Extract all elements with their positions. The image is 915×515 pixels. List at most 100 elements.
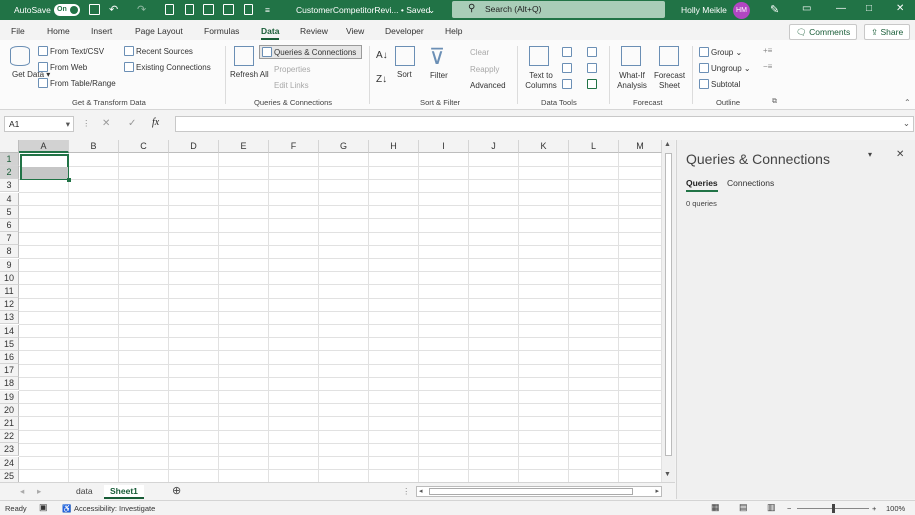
text-to-columns-button[interactable]: Text to Columns — [523, 71, 559, 91]
row-header[interactable]: 17 — [0, 364, 19, 378]
remove-duplicates-icon[interactable] — [562, 63, 572, 73]
sort-button[interactable]: Sort — [397, 70, 412, 79]
dialog-launcher-icon[interactable]: ⧉ — [772, 98, 777, 106]
tab-file[interactable]: File — [11, 26, 25, 36]
column-header[interactable]: E — [219, 140, 269, 153]
pen-icon[interactable]: ✎ — [770, 3, 779, 16]
row-header[interactable]: 20 — [0, 403, 19, 417]
tab-queries[interactable]: Queries — [686, 178, 718, 192]
sheet-tab-sheet1[interactable]: Sheet1 — [104, 485, 144, 499]
ribbon-display-icon[interactable]: ▭ — [802, 3, 811, 14]
tab-connections[interactable]: Connections — [727, 178, 774, 188]
column-header[interactable]: B — [69, 140, 119, 153]
document-title[interactable]: CustomerCompetitorRevi... • Saved — [296, 5, 430, 15]
accessibility-status[interactable]: Accessibility: Investigate — [74, 504, 155, 513]
pane-options-icon[interactable]: ▾ — [868, 150, 872, 159]
existing-connections-button[interactable]: Existing Connections — [136, 63, 211, 72]
macro-icon[interactable]: ▣ — [39, 502, 48, 513]
row-header[interactable]: 8 — [0, 245, 19, 259]
recent-sources-button[interactable]: Recent Sources — [136, 47, 193, 56]
share-button[interactable]: ⇪ Share — [864, 24, 911, 40]
tab-view[interactable]: View — [346, 26, 364, 36]
column-header[interactable]: M — [619, 140, 662, 153]
redo-icon[interactable]: ↷ — [137, 3, 146, 16]
tab-review[interactable]: Review — [300, 26, 328, 36]
save-icon[interactable] — [89, 4, 100, 15]
zoom-in-icon[interactable]: + — [872, 504, 876, 513]
row-header[interactable]: 16 — [0, 351, 19, 364]
tab-page-layout[interactable]: Page Layout — [135, 26, 183, 36]
maximize-icon[interactable]: □ — [866, 3, 872, 14]
from-table-range-button[interactable]: From Table/Range — [50, 79, 116, 88]
image-icon[interactable] — [203, 4, 214, 15]
column-header[interactable]: K — [519, 140, 569, 153]
autosave-toggle[interactable]: On — [54, 4, 80, 16]
row-header[interactable]: 2 — [0, 166, 19, 180]
clear-button[interactable]: Clear — [470, 48, 489, 57]
customize-qat-icon[interactable]: ≡ — [265, 5, 270, 15]
tab-developer[interactable]: Developer — [385, 26, 424, 36]
horizontal-scrollbar[interactable]: ◂ ▸ — [416, 486, 662, 497]
fill-handle[interactable] — [67, 178, 71, 182]
row-header[interactable]: 25 — [0, 469, 19, 482]
cancel-icon[interactable]: ✕ — [102, 118, 110, 129]
ungroup-button[interactable]: Ungroup ⌄ — [711, 64, 751, 73]
new-file-icon[interactable] — [165, 4, 174, 15]
tab-formulas[interactable]: Formulas — [204, 26, 239, 36]
advanced-button[interactable]: Advanced — [470, 81, 506, 90]
print-icon[interactable] — [223, 4, 234, 15]
row-header[interactable]: 3 — [0, 179, 19, 193]
subtotal-button[interactable]: Subtotal — [711, 80, 740, 89]
row-header[interactable]: 1 — [0, 153, 19, 166]
row-header[interactable]: 21 — [0, 417, 19, 430]
consolidate-icon[interactable] — [587, 47, 597, 57]
scroll-down-icon[interactable]: ▼ — [664, 471, 671, 478]
row-header[interactable]: 5 — [0, 205, 19, 219]
data-model-icon[interactable] — [587, 79, 597, 89]
row-header[interactable]: 4 — [0, 192, 19, 206]
sort-za-icon[interactable]: Z↓ — [376, 74, 387, 85]
close-pane-icon[interactable]: ✕ — [896, 149, 904, 160]
zoom-slider-thumb[interactable] — [832, 504, 835, 513]
next-sheet-icon[interactable]: ▸ — [31, 485, 47, 498]
minimize-icon[interactable]: — — [836, 3, 846, 14]
h-scroll-thumb[interactable] — [429, 488, 633, 495]
refresh-all-button[interactable]: Refresh All — [230, 70, 269, 79]
file-icon[interactable] — [185, 4, 194, 15]
chevron-down-icon[interactable]: ▾ — [66, 119, 70, 130]
column-header[interactable]: F — [269, 140, 319, 153]
scroll-right-icon[interactable]: ▸ — [655, 487, 659, 495]
column-header[interactable]: L — [569, 140, 619, 153]
row-header[interactable]: 19 — [0, 390, 19, 404]
row-header[interactable]: 24 — [0, 456, 19, 470]
column-header[interactable]: C — [119, 140, 169, 153]
tab-help[interactable]: Help — [445, 26, 462, 36]
page-break-view-icon[interactable]: ▥ — [767, 502, 776, 513]
group-button[interactable]: Group ⌄ — [711, 48, 742, 57]
insert-function-icon[interactable]: fx — [152, 117, 159, 128]
flash-fill-icon[interactable] — [562, 47, 572, 57]
formula-input[interactable]: ⌄ — [175, 116, 914, 132]
avatar[interactable]: HM — [733, 2, 750, 19]
user-name[interactable]: Holly Meikle — [681, 5, 727, 15]
row-header[interactable]: 14 — [0, 324, 19, 338]
prev-sheet-icon[interactable]: ◂ — [14, 485, 30, 498]
edit-links-button[interactable]: Edit Links — [274, 81, 309, 90]
search-box[interactable]: ⚲ Search (Alt+Q) — [452, 1, 665, 18]
row-header[interactable]: 10 — [0, 271, 19, 285]
column-header[interactable]: H — [369, 140, 419, 153]
selected-cell-a2[interactable] — [22, 167, 68, 179]
forecast-sheet-button[interactable]: Forecast Sheet — [652, 71, 687, 91]
scroll-thumb[interactable] — [665, 153, 672, 456]
hide-detail-icon[interactable]: −≡ — [763, 62, 772, 71]
sort-az-icon[interactable]: A↓ — [376, 50, 388, 61]
row-header[interactable]: 23 — [0, 443, 19, 457]
add-sheet-icon[interactable]: ⊕ — [166, 483, 187, 498]
show-detail-icon[interactable]: +≡ — [763, 46, 772, 55]
scroll-left-icon[interactable]: ◂ — [419, 487, 423, 495]
what-if-analysis-button[interactable]: What-If Analysis — [612, 71, 652, 91]
column-header[interactable]: G — [319, 140, 369, 153]
enter-icon[interactable]: ✓ — [128, 118, 136, 129]
sheet-tab-data[interactable]: data — [70, 485, 99, 497]
row-header[interactable]: 15 — [0, 337, 19, 351]
